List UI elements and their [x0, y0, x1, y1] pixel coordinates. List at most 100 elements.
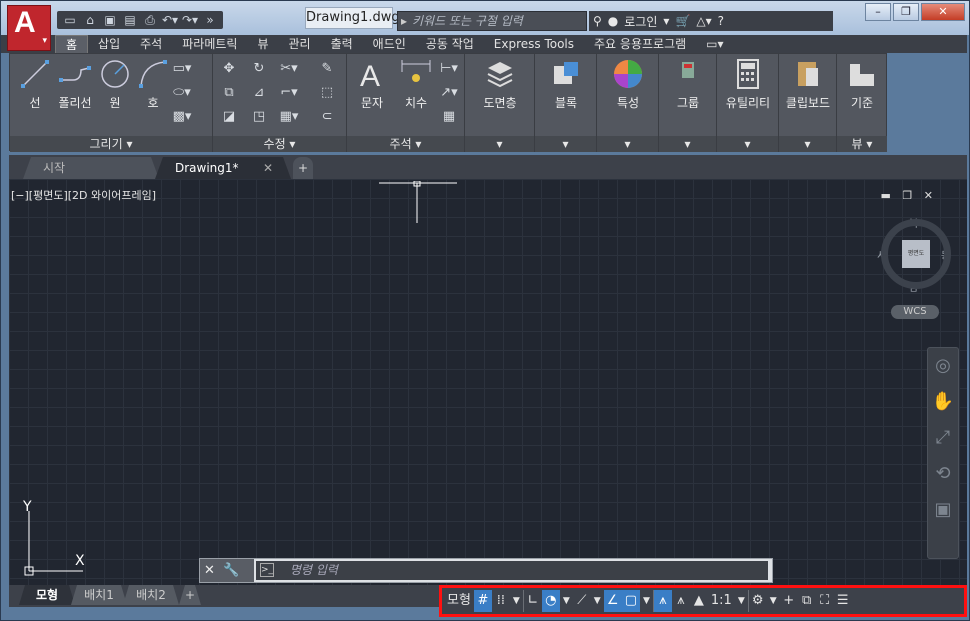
drawing-canvas[interactable]: [−][평면도][2D 와이어프레임] ▬ ❐ ✕ 북 서 동 남 평면도 WC… — [9, 179, 967, 585]
annotation-scale-icon[interactable]: ▲ — [690, 590, 708, 612]
table-icon[interactable]: ▦ — [439, 108, 459, 126]
trim-icon[interactable]: ✂▾ — [279, 60, 299, 78]
rectangle-icon[interactable]: ▭▾ — [172, 60, 192, 78]
chevron-down-icon[interactable]: ▾ — [465, 136, 534, 152]
annotation-visibility-icon[interactable]: ⩚ — [653, 590, 672, 612]
chevron-down-icon[interactable]: ▼ — [767, 590, 780, 612]
print-icon[interactable]: ⎙ — [141, 12, 159, 28]
undo-icon[interactable]: ↶▾ — [161, 12, 179, 28]
close-icon[interactable]: ✕ — [921, 3, 965, 21]
tab-model[interactable]: 모형 — [19, 585, 75, 605]
chevron-down-icon[interactable]: ▾ — [597, 136, 658, 152]
open-file-icon[interactable]: ⌂ — [81, 12, 99, 28]
object-snap-tracking-icon[interactable]: ∠ — [603, 590, 622, 612]
properties-tool[interactable]: 특성 — [603, 58, 653, 111]
zoom-icon[interactable]: ⤢ — [928, 420, 958, 456]
block-tool[interactable]: 블록 — [541, 58, 591, 111]
chevron-down-icon[interactable]: ▼ — [591, 590, 604, 612]
exchange-icon[interactable]: △▾ — [696, 14, 711, 28]
orbit-icon[interactable]: ⟲ — [928, 456, 958, 492]
chevron-down-icon[interactable]: ▼ — [640, 590, 653, 612]
chevron-down-icon[interactable]: ▾ — [779, 136, 836, 152]
search-input[interactable]: 키워드 또는 구절 입력 — [397, 11, 587, 31]
chevron-down-icon[interactable]: ▾ — [717, 136, 778, 152]
tab-output[interactable]: 출력 — [321, 35, 363, 53]
tab-start[interactable]: 시작 — [23, 157, 159, 179]
polar-tracking-icon[interactable]: ◔ — [541, 590, 560, 612]
panel-title-annotation[interactable]: 주석 ▾ — [347, 136, 464, 152]
binoculars-icon[interactable]: ⚲ — [593, 14, 602, 28]
grid-icon[interactable]: # — [473, 590, 492, 612]
group-tool[interactable]: 그룹 — [663, 58, 713, 111]
ribbon-toggle-icon[interactable]: ▭▾ — [696, 35, 733, 53]
chevron-down-icon[interactable]: ▾ — [535, 136, 596, 152]
close-icon[interactable]: ✕ — [263, 157, 273, 179]
wrench-icon[interactable]: 🔧 — [219, 563, 239, 578]
erase-icon[interactable]: ✎ — [317, 60, 337, 78]
tab-drawing1[interactable]: Drawing1* ✕ — [155, 157, 291, 179]
tab-featured-apps[interactable]: 주요 응용프로그램 — [584, 35, 696, 53]
fullscreen-icon[interactable]: ⛶ — [816, 590, 834, 612]
isolate-objects-icon[interactable]: ⧉ — [798, 590, 816, 612]
view-cube[interactable]: 평면도 — [881, 219, 951, 289]
move-icon[interactable]: ✥ — [219, 60, 239, 78]
help-icon[interactable]: ? — [718, 14, 724, 28]
layers-tool[interactable]: 도면층 — [475, 58, 525, 111]
new-file-icon[interactable]: ▭ — [61, 12, 79, 28]
view-cube-face[interactable]: 평면도 — [902, 240, 930, 268]
ellipse-icon[interactable]: ⬭▾ — [172, 84, 192, 102]
snap-icon[interactable]: ⁞⁞ — [492, 590, 510, 612]
chevron-down-icon[interactable]: ▼ — [510, 590, 523, 612]
explode-icon[interactable]: ⬚ — [317, 84, 337, 102]
more-icon[interactable]: » — [201, 12, 219, 28]
dimension-tool[interactable]: 치수 — [391, 58, 441, 111]
arc-tool[interactable]: 호 — [128, 58, 178, 111]
tab-express-tools[interactable]: Express Tools — [484, 35, 584, 53]
chevron-down-icon[interactable]: ▾ — [659, 136, 716, 152]
panel-title-view[interactable]: 뷰 ▾ — [837, 136, 887, 152]
text-tool[interactable]: A 문자 — [347, 58, 397, 111]
fillet-icon[interactable]: ⌐▾ — [279, 84, 299, 102]
panel-title-draw[interactable]: 그리기 ▾ — [10, 136, 212, 152]
chevron-down-icon[interactable]: ▼ — [735, 590, 748, 612]
tab-insert[interactable]: 삽입 — [88, 35, 130, 53]
application-menu-button[interactable]: A ▾ — [7, 5, 51, 51]
minimize-icon[interactable]: – — [865, 3, 891, 21]
ortho-icon[interactable]: ∟ — [524, 590, 542, 612]
utilities-tool[interactable]: 유틸리티 — [723, 58, 773, 111]
cart-icon[interactable]: 🛒 — [675, 14, 690, 28]
tab-collaborate[interactable]: 공동 작업 — [416, 35, 484, 53]
steering-wheel-icon[interactable]: ◎ — [928, 348, 958, 384]
tab-layout2[interactable]: 배치2 — [123, 585, 179, 605]
stretch-icon[interactable]: ◪ — [219, 108, 239, 126]
wcs-menu[interactable]: WCS — [891, 305, 939, 319]
showmotion-icon[interactable]: ▣ — [928, 492, 958, 528]
save-icon[interactable]: ▣ — [101, 12, 119, 28]
mirror-icon[interactable]: ⊿ — [249, 84, 269, 102]
user-icon[interactable]: ● — [608, 14, 618, 28]
new-tab-button[interactable]: + — [293, 157, 313, 179]
close-icon[interactable]: ✕ — [204, 563, 215, 578]
new-layout-button[interactable]: + — [179, 585, 201, 605]
clipboard-tool[interactable]: 클립보드 — [783, 58, 833, 111]
leader-icon[interactable]: ↗▾ — [439, 84, 459, 102]
save-as-icon[interactable]: ▤ — [121, 12, 139, 28]
tab-parametric[interactable]: 파라메트릭 — [172, 35, 247, 53]
viewport-label[interactable]: [−][평면도][2D 와이어프레임] — [11, 187, 156, 203]
gear-icon[interactable]: ⚙ — [749, 590, 767, 612]
scale-icon[interactable]: ◳ — [249, 108, 269, 126]
panel-title-modify[interactable]: 수정 ▾ — [213, 136, 346, 152]
restore-icon[interactable]: ❐ — [893, 3, 919, 21]
redo-icon[interactable]: ↷▾ — [181, 12, 199, 28]
base-view-tool[interactable]: 기준 — [837, 58, 887, 111]
scale-selector[interactable]: 1:1 — [708, 590, 735, 612]
array-icon[interactable]: ▦▾ — [279, 108, 299, 126]
tab-view[interactable]: 뷰 — [247, 35, 278, 53]
rotate-icon[interactable]: ↻ — [249, 60, 269, 78]
command-input[interactable]: >_ 명령 입력 — [256, 561, 768, 580]
chevron-down-icon[interactable]: ▼ — [560, 590, 573, 612]
copy-icon[interactable]: ⧉ — [219, 84, 239, 102]
viewport-controls[interactable]: ▬ ❐ ✕ — [881, 189, 937, 202]
linear-dim-icon[interactable]: ⊢▾ — [439, 60, 459, 78]
command-prompt-icon[interactable]: >_ — [260, 563, 274, 577]
